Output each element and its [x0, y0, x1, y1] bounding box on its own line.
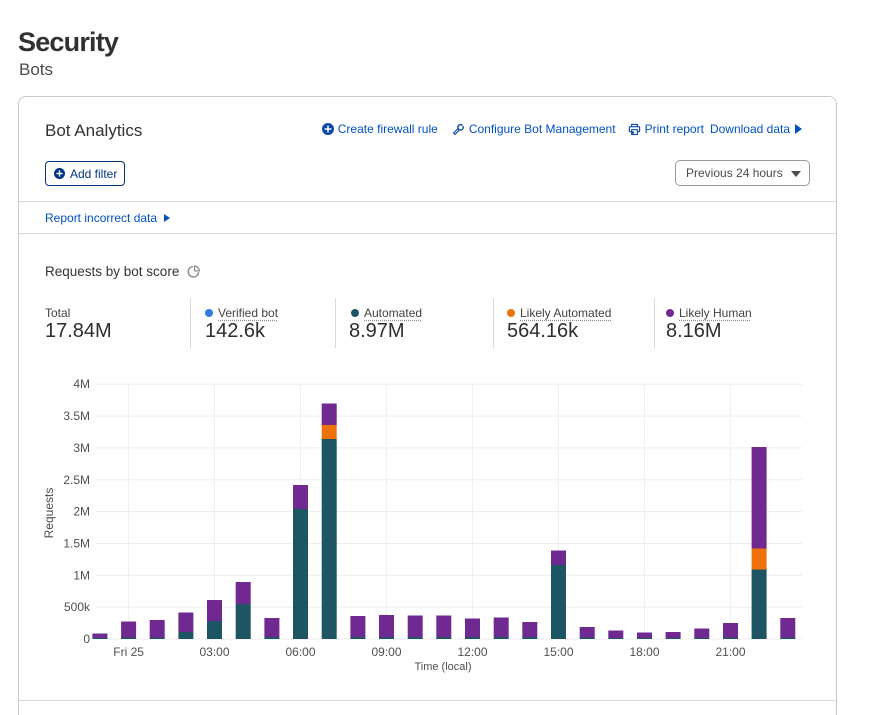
- svg-text:21:00: 21:00: [715, 645, 745, 659]
- svg-text:18:00: 18:00: [629, 645, 659, 659]
- svg-text:Requests: Requests: [42, 488, 56, 539]
- svg-text:500k: 500k: [64, 600, 91, 614]
- svg-text:09:00: 09:00: [371, 645, 401, 659]
- svg-text:1M: 1M: [73, 568, 90, 582]
- svg-text:06:00: 06:00: [285, 645, 315, 659]
- svg-text:3.5M: 3.5M: [63, 409, 90, 423]
- svg-text:4M: 4M: [73, 377, 90, 391]
- svg-text:2M: 2M: [73, 505, 90, 519]
- svg-text:15:00: 15:00: [543, 645, 573, 659]
- svg-text:2.5M: 2.5M: [63, 473, 90, 487]
- svg-text:0: 0: [83, 632, 90, 646]
- svg-text:12:00: 12:00: [457, 645, 487, 659]
- svg-text:Time (local): Time (local): [414, 661, 471, 673]
- svg-text:1.5M: 1.5M: [63, 537, 90, 551]
- svg-text:3M: 3M: [73, 441, 90, 455]
- svg-text:Fri 25: Fri 25: [113, 645, 144, 659]
- svg-text:03:00: 03:00: [199, 645, 229, 659]
